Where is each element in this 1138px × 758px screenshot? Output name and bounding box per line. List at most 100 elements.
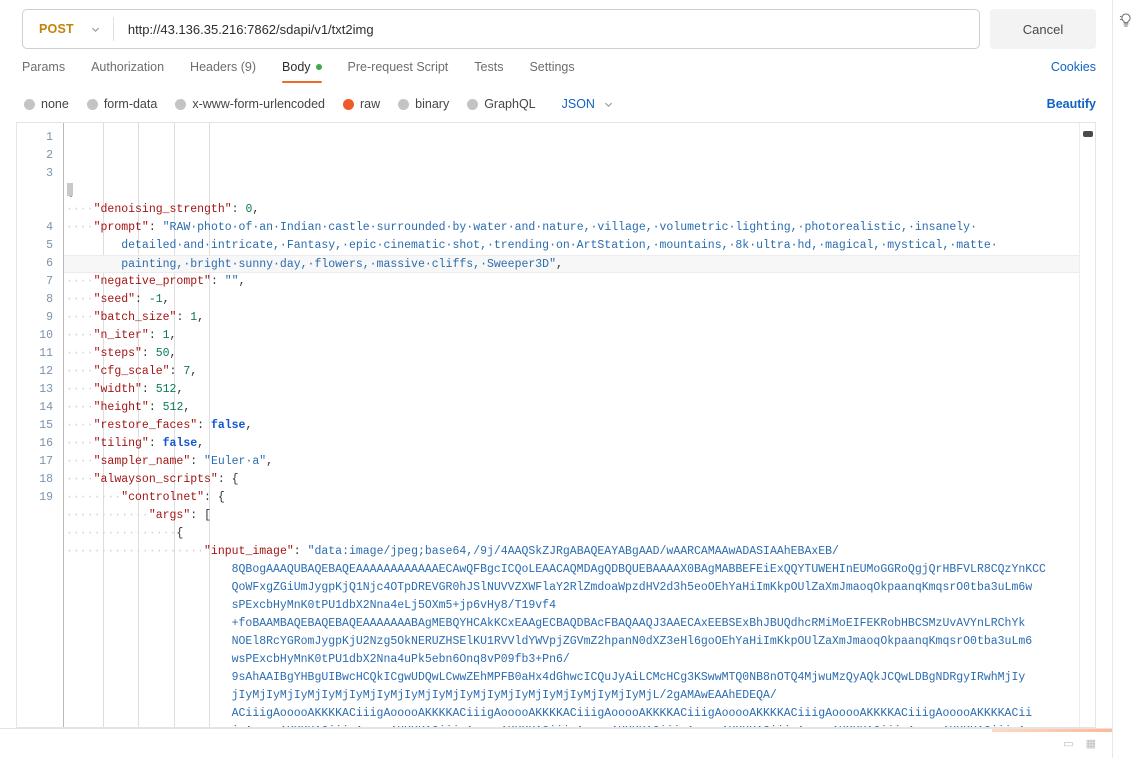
code-token: "prompt" [93, 221, 149, 234]
code-token: , [169, 347, 177, 360]
chevron-down-icon [90, 24, 101, 35]
code-line[interactable]: ····"tiling": false, [64, 435, 1095, 453]
code-token: "height" [93, 401, 149, 414]
body-type-binary[interactable]: binary [398, 97, 449, 111]
code-token: 512 [162, 401, 184, 414]
layout-icon[interactable]: ▦ [1086, 737, 1096, 750]
code-line[interactable]: 8QBogAAAQUBAQEBAQEAAAAAAAAAAAAECAwQFBgcI… [64, 561, 1095, 579]
code-token: "tiling" [93, 437, 149, 450]
tab-label: Params [22, 60, 66, 74]
beautify-button[interactable]: Beautify [1047, 97, 1096, 111]
line-number: 5 [46, 239, 53, 252]
tab-settings[interactable]: Settings [516, 58, 587, 83]
code-line[interactable]: ACiiigAooooAKKKKACiiigAooooAKKKKACiiigAo… [64, 705, 1095, 723]
code-line[interactable]: ····"alwayson_scripts": { [64, 471, 1095, 489]
body-type-form-data[interactable]: form-data [86, 97, 157, 111]
code-token: , [245, 419, 253, 432]
code-line[interactable]: painting,·bright·sunny·day,·flowers,·mas… [64, 255, 1095, 273]
tab-tests[interactable]: Tests [461, 58, 516, 83]
code-line[interactable]: sPExcbHyMnK0tPU1dbX2Nna4eLj5OXm5+jp6vHy8… [64, 597, 1095, 615]
body-type-label: GraphQL [484, 97, 536, 111]
body-type-label: x-www-form-urlencoded [192, 97, 325, 111]
code-line[interactable]: ····"seed": -1, [64, 291, 1095, 309]
code-line[interactable]: ····"cfg_scale": 7, [64, 363, 1095, 381]
code-line[interactable]: ····"height": 512, [64, 399, 1095, 417]
code-line[interactable]: ····················"input_image": "data… [64, 543, 1095, 561]
code-line[interactable]: jIyMjIyMjIyMjIyMjIyMjIyMjIyMjIyMjIyMjIyM… [64, 687, 1095, 705]
runner-icon[interactable]: ▭ [1063, 737, 1073, 750]
code-token: ···· [66, 455, 94, 468]
code-token: { [217, 491, 225, 504]
code-line[interactable]: QoWFxgZGiUmJygpKjQ1Njc4OTpDREVGR0hJSlNUV… [64, 579, 1095, 597]
code-token: "denoising_strength" [93, 203, 232, 216]
code-line[interactable]: ····"denoising_strength": 0, [64, 201, 1095, 219]
http-method-selector[interactable]: POST [23, 10, 113, 48]
tab-label: Settings [529, 60, 575, 74]
status-bar-accent [992, 729, 1112, 732]
code-token: "Euler·a" [204, 455, 267, 468]
line-number: 3 [46, 167, 53, 180]
code-token: "n_iter" [93, 329, 149, 342]
code-token: +foBAAMBAQEBAQEBAQEAAAAAAABAgMEBQYHCAkKC… [66, 617, 1026, 630]
code-token: false [210, 419, 246, 432]
right-sidebar-rail [1112, 0, 1138, 758]
code-line[interactable]: ····"n_iter": 1, [64, 327, 1095, 345]
lightbulb-icon[interactable] [1116, 10, 1136, 30]
code-line[interactable]: wsPExcbHyMnK0tPU1dbX2Nna4uPk5ebn6Onq8vP0… [64, 651, 1095, 669]
code-line[interactable]: { [64, 183, 1095, 201]
raw-format-selector[interactable]: JSON [562, 97, 614, 111]
code-line[interactable]: detailed·and·intricate,·Fantasy,·epic·ci… [64, 237, 1095, 255]
line-number [17, 561, 63, 579]
editor-vertical-scrollbar[interactable] [1079, 123, 1095, 727]
body-type-raw[interactable]: raw [343, 97, 380, 111]
tab-body[interactable]: Body [269, 58, 335, 83]
tab-params[interactable]: Params [22, 58, 78, 83]
editor-code-area[interactable]: {····"denoising_strength": 0,····"prompt… [63, 123, 1095, 727]
cancel-button[interactable]: Cancel [990, 9, 1096, 49]
code-token: 50 [155, 347, 170, 360]
body-type-x-www-form-urlencoded[interactable]: x-www-form-urlencoded [175, 97, 325, 111]
request-tabs: Params Authorization Headers (9) Body Pr… [22, 58, 588, 83]
scrollbar-thumb[interactable] [1083, 131, 1093, 137]
line-number: 12 [39, 365, 53, 378]
code-token: ···················· [66, 545, 205, 558]
code-line[interactable]: ····"restore_faces": false, [64, 417, 1095, 435]
request-url-input[interactable] [113, 10, 979, 48]
radio-icon [398, 98, 410, 110]
code-line[interactable]: ············"args": [ [64, 507, 1095, 525]
line-number [17, 579, 63, 597]
line-number [17, 597, 63, 615]
code-line[interactable]: 9sAhAAIBgYHBgUIBwcHCQkICgwUDQwLCwwZEhMPF… [64, 669, 1095, 687]
code-token: , [252, 203, 260, 216]
code-token: , [238, 275, 246, 288]
code-line[interactable]: ····"batch_size": 1, [64, 309, 1095, 327]
code-token: igAooooAKKKKACiiigAooooAKKKKACiiigAooooA… [66, 725, 1033, 727]
tab-label: Tests [474, 60, 504, 74]
code-token: 9sAhAAIBgYHBgUIBwcHCQkICgwUDQwLCwwZEhMPF… [66, 671, 1026, 684]
code-token: detailed·and·intricate,·Fantasy,·epic·ci… [66, 239, 998, 252]
code-token: "" [224, 275, 239, 288]
line-number [17, 615, 63, 633]
code-token: 512 [155, 383, 177, 396]
code-line[interactable]: ····"sampler_name": "Euler·a", [64, 453, 1095, 471]
code-token: , [555, 258, 563, 271]
tab-headers[interactable]: Headers (9) [177, 58, 269, 83]
code-line[interactable]: ····"negative_prompt": "", [64, 273, 1095, 291]
code-line[interactable]: NOEl8RcYGRomJygpKjU2Nzg5OkNERUZHSElKU1RV… [64, 633, 1095, 651]
code-token: 8QBogAAAQUBAQEBAQEAAAAAAAAAAAAECAwQFBgcI… [66, 563, 1046, 576]
code-token: wsPExcbHyMnK0tPU1dbX2Nna4uPk5ebn6Onq8vP0… [66, 653, 570, 666]
code-line[interactable]: ····"prompt": "RAW·photo·of·an·Indian·ca… [64, 219, 1095, 237]
code-line[interactable]: igAooooAKKKKACiiigAooooAKKKKACiiigAooooA… [64, 723, 1095, 727]
code-line[interactable]: ················{ [64, 525, 1095, 543]
body-type-graphql[interactable]: GraphQL [467, 97, 536, 111]
code-line[interactable]: ····"steps": 50, [64, 345, 1095, 363]
code-line[interactable]: +foBAAMBAQEBAQEBAQEAAAAAAABAgMEBQYHCAkKC… [64, 615, 1095, 633]
body-type-none[interactable]: none [24, 97, 69, 111]
code-token: : [148, 437, 163, 450]
tab-pre-request-script[interactable]: Pre-request Script [335, 58, 462, 83]
code-line[interactable]: ····"width": 512, [64, 381, 1095, 399]
radio-icon [175, 98, 187, 110]
tab-authorization[interactable]: Authorization [78, 58, 177, 83]
cookies-link[interactable]: Cookies [1051, 58, 1096, 74]
code-line[interactable]: ········"controlnet": { [64, 489, 1095, 507]
